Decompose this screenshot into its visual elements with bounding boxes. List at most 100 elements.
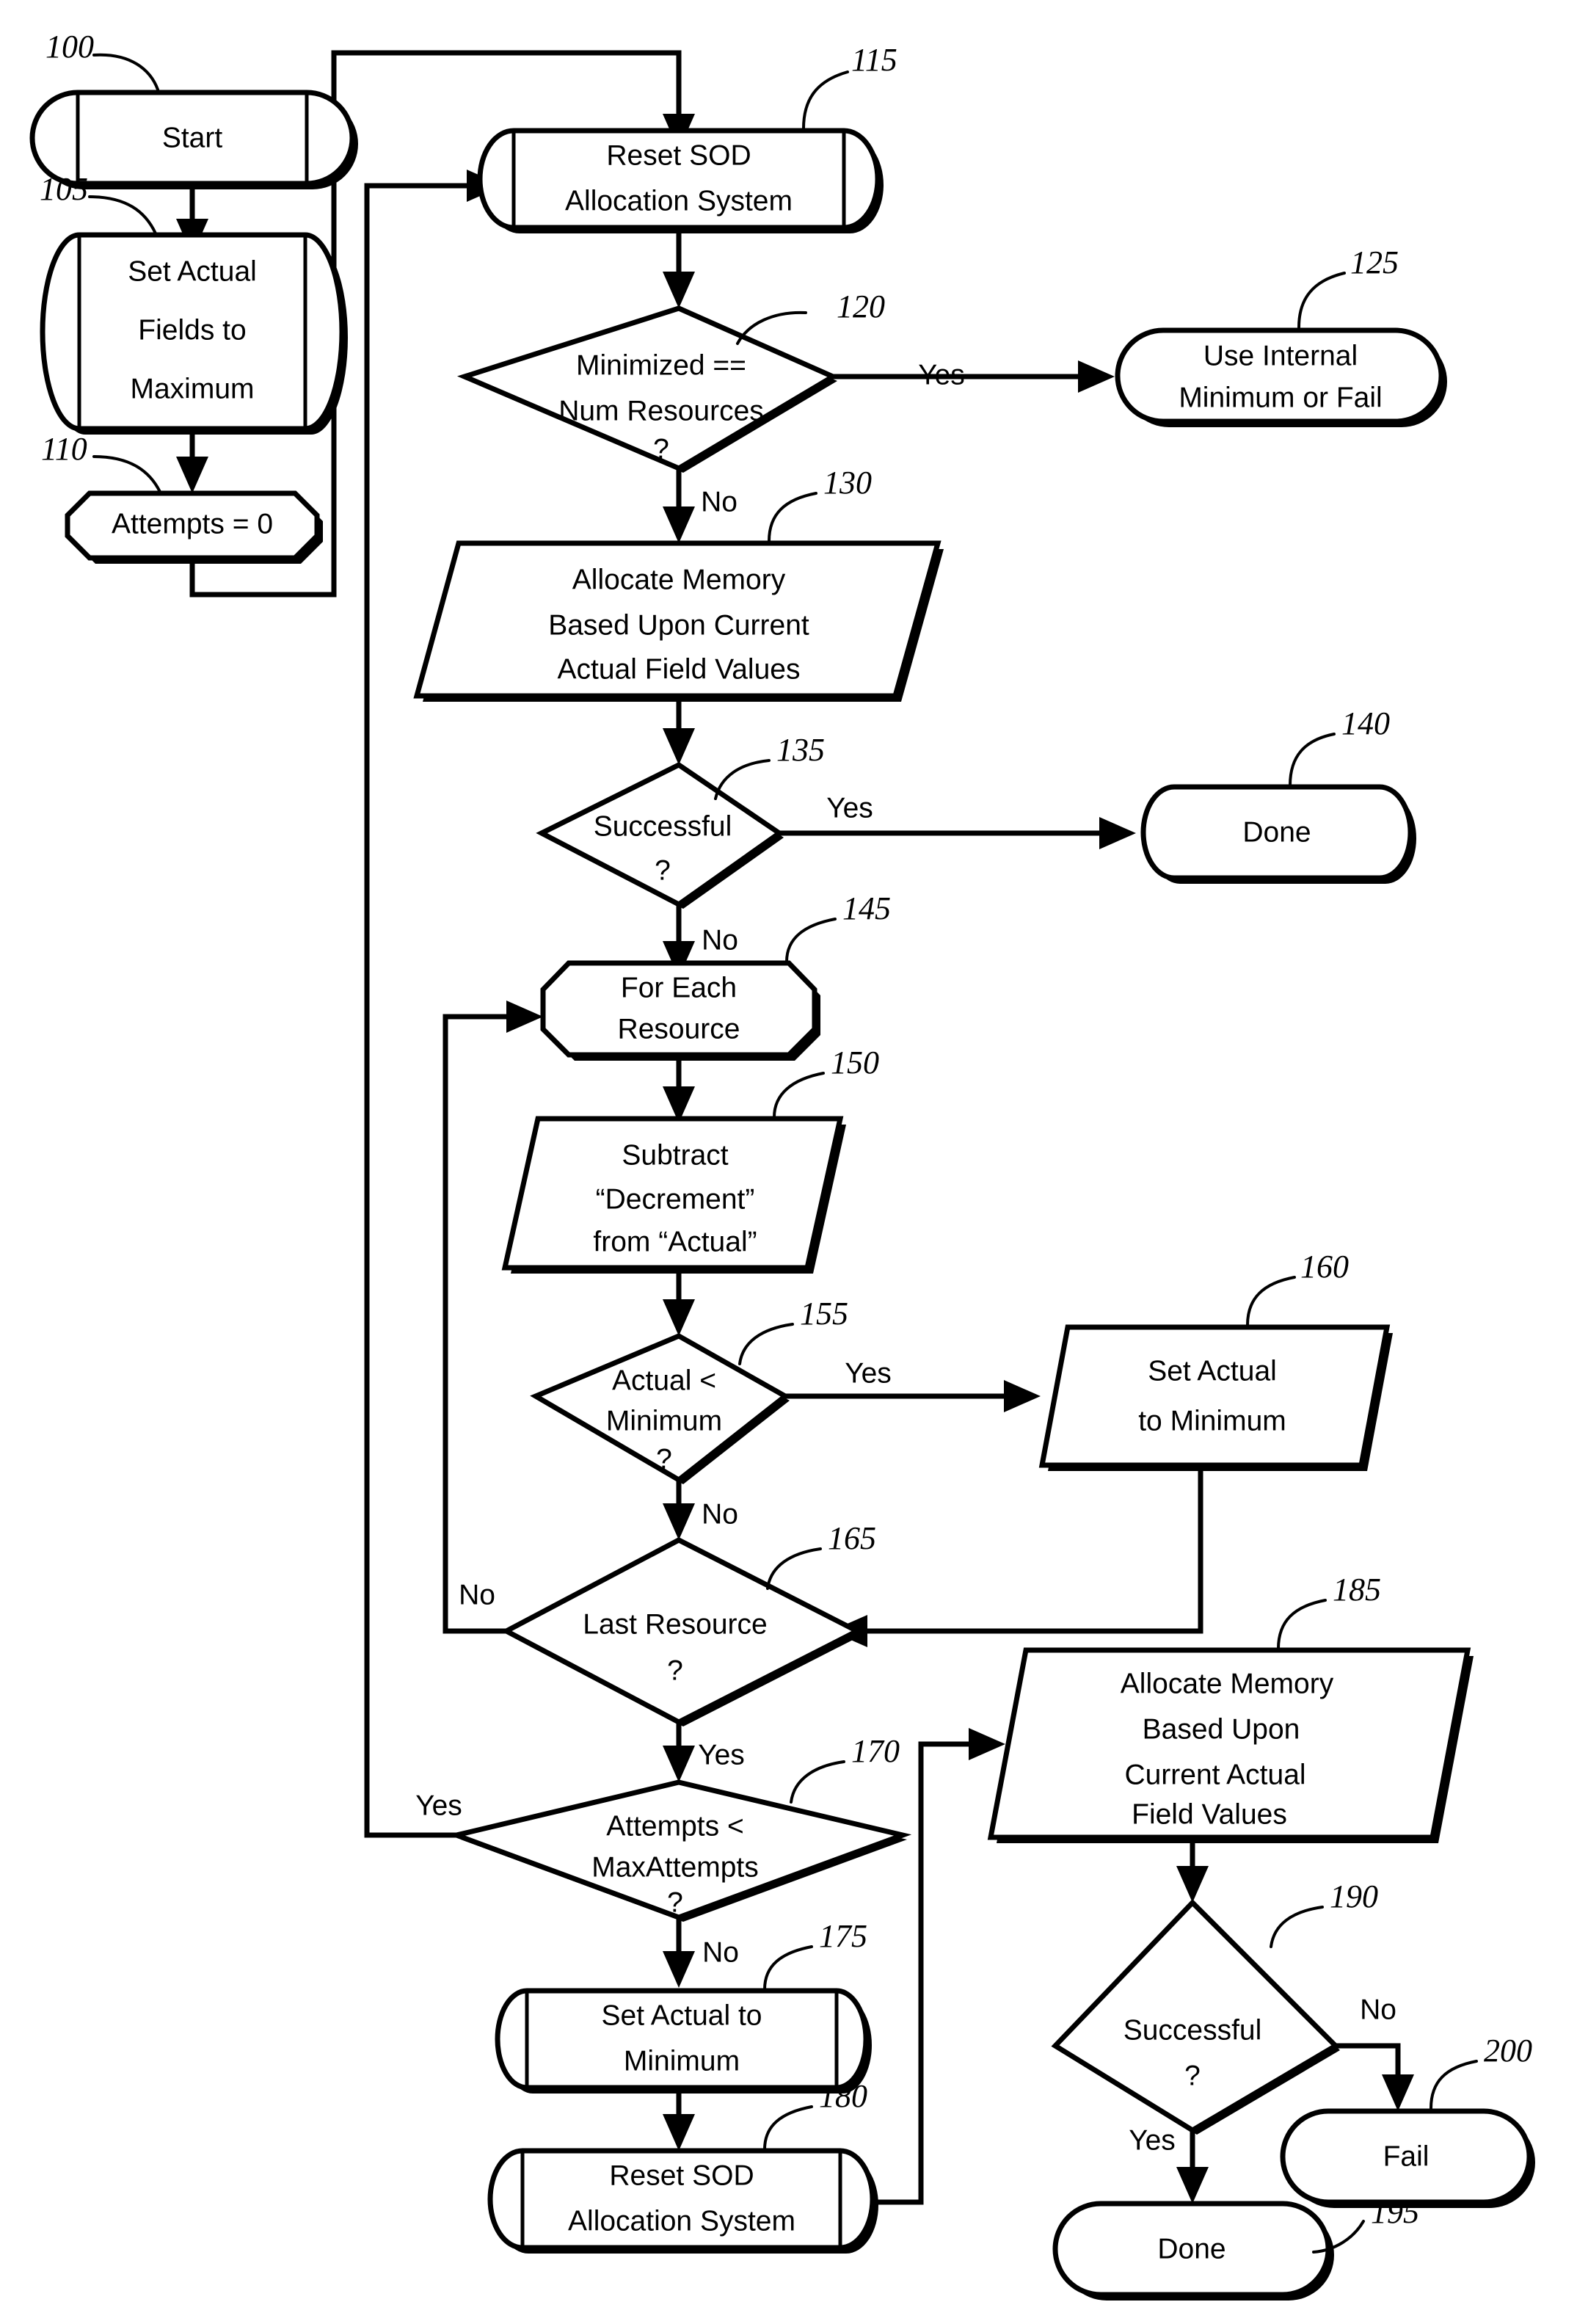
node-150-label-line1: Subtract [622,1139,728,1171]
arrowhead-180-185 [969,1728,1005,1760]
node-130-label-line1: Allocate Memory [572,564,786,595]
node-170-label-line1: Attempts < [606,1810,744,1842]
edge-label-170-yes: Yes [415,1790,462,1821]
leader-140 [1289,733,1336,787]
node-155-label-line2: Minimum [606,1405,722,1437]
node-195-done[interactable]: Done [1052,2201,1334,2301]
node-190-label-line2: ? [1184,2060,1201,2091]
node-155-actual-less-than-minimum[interactable]: Actual < Minimum ? [530,1333,790,1484]
node-170-attempts-less-than-maxattempts[interactable]: Attempts < MaxAttempts ? [447,1779,912,1922]
edge-label-120-no: No [701,486,737,518]
leader-180 [763,2105,813,2151]
flowchart-canvas: Start Set Actual Fields to Maximum Attem… [29,29,1535,2301]
node-180-label-line1: Reset SOD [609,2160,754,2191]
arrowhead-120-130 [663,506,695,543]
node-160-label-line2: to Minimum [1138,1405,1286,1437]
ref-num-140: 140 [1341,705,1390,741]
leader-165 [766,1547,822,1590]
arrowhead-150-155 [663,1299,695,1336]
ref-num-145: 145 [842,890,891,926]
ref-num-180: 180 [819,2078,867,2114]
node-155-label-line1: Actual < [612,1365,716,1396]
ref-num-125: 125 [1350,244,1399,280]
node-200-label: Fail [1383,2140,1430,2172]
node-180-reset-sod-allocation-system[interactable]: Reset SOD Allocation System [487,2148,878,2254]
edge-label-155-yes: Yes [845,1357,892,1389]
edge-label-190-yes: Yes [1129,2124,1176,2156]
node-140-done[interactable]: Done [1140,784,1416,884]
node-175-set-actual-to-minimum[interactable]: Set Actual to Minimum [495,1988,872,2094]
node-120-outline [456,305,839,471]
node-115-reset-sod-allocation-system[interactable]: Reset SOD Allocation System [477,128,884,233]
edge-label-135-no: No [702,924,738,956]
node-130-label-line3: Actual Field Values [558,653,801,685]
node-165-last-resource[interactable]: Last Resource ? [500,1537,863,1726]
edge-165-no-to-145 [442,1014,554,1634]
edge-160-to-165 [859,1465,1203,1634]
edge-180-to-185 [862,1741,977,2205]
node-135-successful[interactable]: Successful ? [536,761,784,909]
leader-190 [1270,1906,1324,1948]
leader-125 [1297,272,1346,329]
leader-130 [768,492,817,542]
node-145-label-line1: For Each [621,972,737,1003]
edge-label-135-yes: Yes [826,792,873,824]
node-140-label: Done [1242,816,1311,848]
ref-num-130: 130 [823,465,872,501]
arrowhead-190-200 [1382,2074,1414,2111]
node-105-label-line1: Set Actual [128,255,257,287]
node-145-for-each-resource[interactable]: For Each Resource [540,960,820,1061]
node-115-label-line1: Reset SOD [606,139,751,171]
node-185-allocate-memory[interactable]: Allocate Memory Based Upon Current Actua… [987,1647,1474,1843]
leader-170 [790,1760,845,1804]
node-110-attempts-zero[interactable]: Attempts = 0 [65,490,323,564]
node-105-set-actual-fields-to-maximum[interactable]: Set Actual Fields to Maximum [40,232,348,435]
ref-num-155: 155 [800,1296,848,1332]
ref-num-100: 100 [45,29,94,65]
node-105-label-line3: Maximum [130,373,254,404]
node-120-label-line3: ? [653,433,669,465]
leader-160 [1246,1276,1296,1326]
leader-105 [88,195,157,235]
edge-label-190-no: No [1360,1994,1396,2025]
flowchart-page: Start Set Actual Fields to Maximum Attem… [0,0,1577,2324]
node-135-label-line2: ? [655,854,671,886]
node-125-use-internal-minimum-or-fail[interactable]: Use Internal Minimum or Fail [1115,327,1447,427]
leader-115 [802,70,849,130]
arrowhead-185-190 [1176,1866,1209,1903]
node-160-set-actual-to-minimum[interactable]: Set Actual to Minimum [1038,1324,1393,1471]
arrowhead-165-170 [663,1746,695,1782]
node-170-label-line3: ? [667,1887,683,1918]
ref-num-160: 160 [1300,1249,1349,1285]
node-170-label-line2: MaxAttempts [591,1851,759,1883]
arrowhead-130-135 [663,728,695,765]
node-115-label-line2: Allocation System [565,185,793,217]
arrowhead-115-120 [663,272,695,308]
ref-num-175: 175 [819,1918,867,1954]
node-150-label-line3: from “Actual” [593,1226,757,1257]
edge-label-165-yes: Yes [698,1739,745,1771]
node-190-label-line1: Successful [1123,2014,1262,2046]
node-150-label-line2: “Decrement” [596,1183,755,1215]
node-105-label-line2: Fields to [138,314,246,346]
ref-num-120: 120 [837,288,885,324]
ref-num-185: 185 [1333,1572,1381,1608]
node-110-label: Attempts = 0 [112,508,273,540]
node-125-label-line2: Minimum or Fail [1179,382,1382,413]
node-150-subtract-decrement-from-actual[interactable]: Subtract “Decrement” from “Actual” [501,1116,846,1274]
ref-num-200: 200 [1484,2033,1532,2069]
node-195-label: Done [1157,2233,1225,2265]
leader-175 [763,1945,813,1991]
node-185-label-line4: Field Values [1132,1798,1287,1830]
node-190-successful[interactable]: Successful ? [1051,1898,1340,2135]
ref-num-115: 115 [851,42,897,78]
node-165-label-line2: ? [667,1655,683,1686]
arrowhead-120-125 [1078,360,1115,393]
node-130-allocate-memory[interactable]: Allocate Memory Based Upon Current Actua… [413,540,944,702]
node-155-label-line3: ? [656,1443,672,1475]
node-135-label-line1: Successful [594,810,732,842]
node-120-minimized-equals-num-resources[interactable]: Minimized == Num Resources ? [456,305,839,473]
node-120-label-line2: Num Resources [558,395,764,426]
node-160-label-line1: Set Actual [1148,1355,1277,1387]
node-180-label-line2: Allocation System [568,2205,795,2237]
